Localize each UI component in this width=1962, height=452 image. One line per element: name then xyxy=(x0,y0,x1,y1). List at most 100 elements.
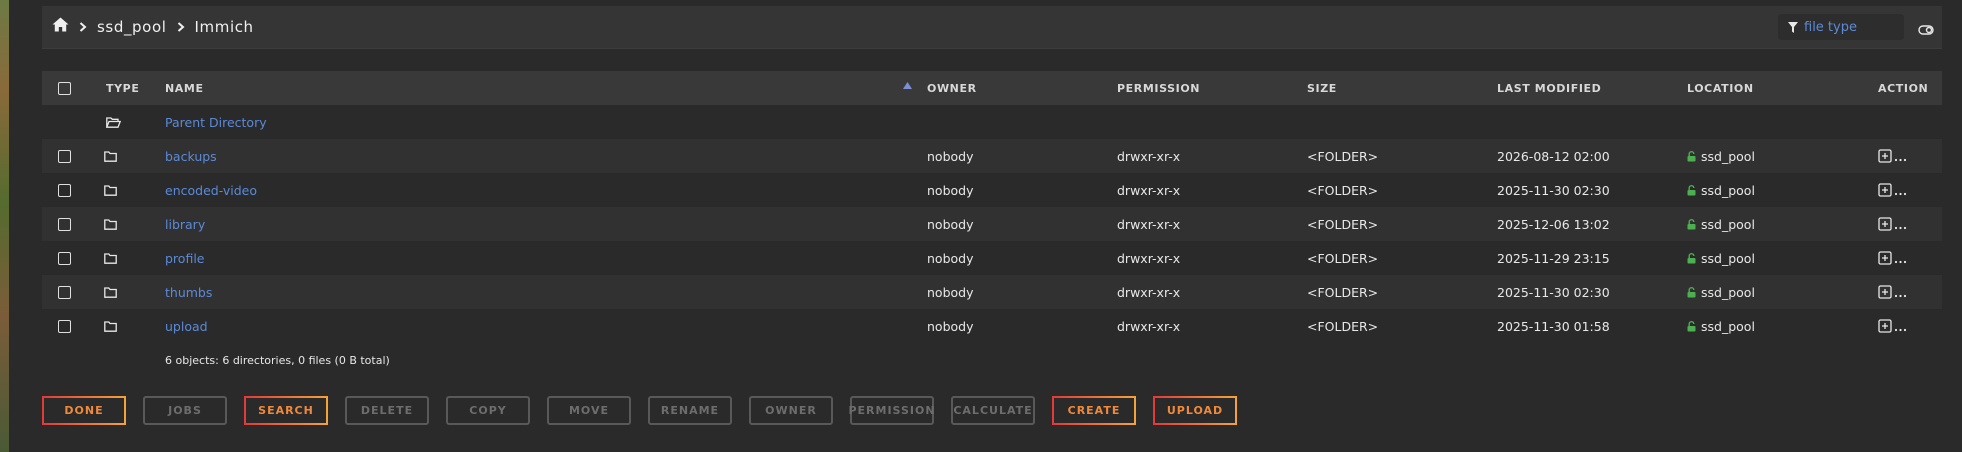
create-button[interactable]: CREATE xyxy=(1052,396,1136,425)
file-type-filter[interactable] xyxy=(1778,14,1904,40)
location-cell: ssd_pool xyxy=(1687,309,1755,343)
column-location[interactable]: LOCATION xyxy=(1687,71,1754,105)
column-action: ACTION xyxy=(1878,81,1929,95)
permission-cell: drwxr-xr-x xyxy=(1117,250,1181,266)
row-checkbox[interactable] xyxy=(58,285,71,299)
move-button[interactable]: MOVE xyxy=(547,396,631,425)
location-label: ssd_pool xyxy=(1701,148,1755,164)
location-cell: ssd_pool xyxy=(1687,275,1755,309)
modified-cell: 2025-11-29 23:15 xyxy=(1497,250,1610,266)
folder-icon xyxy=(104,207,117,241)
permission-button[interactable]: PERMISSION xyxy=(848,396,935,425)
action-menu-icon[interactable] xyxy=(1878,207,1908,241)
jobs-button[interactable]: JOBS xyxy=(143,396,227,425)
rename-button[interactable]: RENAME xyxy=(648,396,732,425)
table-row[interactable]: library nobody drwxr-xr-x <FOLDER> 2025-12-0… xyxy=(42,207,1942,241)
sort-up-icon[interactable] xyxy=(903,79,912,92)
folder-name-link[interactable]: upload xyxy=(165,309,208,343)
action-button-bar: DONE JOBS SEARCH DELETE COPY MOVE RENAME… xyxy=(42,396,1237,425)
select-all-checkbox[interactable] xyxy=(58,81,71,95)
unlock-icon xyxy=(1687,150,1696,161)
size-cell: <FOLDER> xyxy=(1307,216,1379,232)
breadcrumb: ssd_pool Immich xyxy=(52,17,254,36)
folder-name-link[interactable]: profile xyxy=(165,241,204,275)
size-cell: <FOLDER> xyxy=(1307,284,1379,300)
location-cell: ssd_pool xyxy=(1687,139,1755,173)
folder-open-icon xyxy=(106,105,121,139)
breadcrumb-item-immich[interactable]: Immich xyxy=(195,18,254,36)
modified-cell: 2025-11-30 01:58 xyxy=(1497,318,1610,334)
permission-cell: drwxr-xr-x xyxy=(1117,284,1181,300)
upload-button[interactable]: UPLOAD xyxy=(1153,396,1237,425)
permission-cell: drwxr-xr-x xyxy=(1117,148,1181,164)
breadcrumb-bar: ssd_pool Immich xyxy=(42,6,1942,49)
column-owner[interactable]: OWNER xyxy=(927,71,977,105)
owner-cell: nobody xyxy=(927,148,974,164)
permission-cell: drwxr-xr-x xyxy=(1117,318,1181,334)
table-row[interactable]: encoded-video nobody drwxr-xr-x <FOLDER> 202… xyxy=(42,173,1942,207)
folder-name-link[interactable]: backups xyxy=(165,139,217,173)
file-type-input[interactable] xyxy=(1804,19,1894,35)
location-label: ssd_pool xyxy=(1701,250,1755,266)
filter-icon xyxy=(1788,21,1798,33)
column-last-modified[interactable]: LAST MODIFIED xyxy=(1497,71,1601,105)
unlock-icon xyxy=(1687,184,1696,195)
column-type[interactable]: TYPE xyxy=(106,71,139,105)
folder-name-link[interactable]: encoded-video xyxy=(165,173,257,207)
action-menu-icon[interactable] xyxy=(1878,139,1908,173)
table-row[interactable]: upload nobody drwxr-xr-x <FOLDER> 2025-11-30… xyxy=(42,309,1942,343)
done-button[interactable]: DONE xyxy=(42,396,126,425)
folder-icon xyxy=(104,309,117,343)
location-label: ssd_pool xyxy=(1701,216,1755,232)
owner-cell: nobody xyxy=(927,216,974,232)
size-cell: <FOLDER> xyxy=(1307,250,1379,266)
home-icon[interactable] xyxy=(52,17,69,36)
copy-button[interactable]: COPY xyxy=(446,396,530,425)
column-permission[interactable]: PERMISSION xyxy=(1117,71,1200,105)
owner-button[interactable]: OWNER xyxy=(749,396,833,425)
action-menu-icon[interactable] xyxy=(1878,241,1908,275)
summary-text: 6 objects: 6 directories, 0 files (0 B t… xyxy=(165,354,390,367)
calculate-button[interactable]: CALCULATE xyxy=(951,396,1035,425)
action-menu-icon[interactable] xyxy=(1878,309,1908,343)
owner-cell: nobody xyxy=(927,318,974,334)
modified-cell: 2025-12-06 13:02 xyxy=(1497,216,1610,232)
chevron-right-icon xyxy=(177,21,185,32)
search-button[interactable]: SEARCH xyxy=(244,396,328,425)
location-label: ssd_pool xyxy=(1701,284,1755,300)
row-checkbox[interactable] xyxy=(58,319,71,333)
parent-directory-link[interactable]: Parent Directory xyxy=(165,105,267,139)
table-row[interactable]: profile nobody drwxr-xr-x <FOLDER> 2025-11-2… xyxy=(42,241,1942,275)
location-label: ssd_pool xyxy=(1701,182,1755,198)
action-menu-icon[interactable] xyxy=(1878,275,1908,309)
folder-icon xyxy=(104,139,117,173)
modified-cell: 2026-08-12 02:00 xyxy=(1497,148,1610,164)
file-table: TYPE NAME OWNER PERMISSION SIZE LAST MOD… xyxy=(42,71,1942,343)
column-name[interactable]: NAME xyxy=(165,71,204,105)
toggle-icon[interactable] xyxy=(1918,20,1934,39)
size-cell: <FOLDER> xyxy=(1307,182,1379,198)
folder-name-link[interactable]: library xyxy=(165,207,205,241)
permission-cell: drwxr-xr-x xyxy=(1117,182,1181,198)
delete-button[interactable]: DELETE xyxy=(345,396,429,425)
location-label: ssd_pool xyxy=(1701,318,1755,334)
folder-icon xyxy=(104,241,117,275)
modified-cell: 2025-11-30 02:30 xyxy=(1497,284,1610,300)
breadcrumb-item-ssd-pool[interactable]: ssd_pool xyxy=(97,18,167,36)
row-checkbox[interactable] xyxy=(58,183,71,197)
folder-icon xyxy=(104,275,117,309)
row-checkbox[interactable] xyxy=(58,217,71,231)
row-checkbox[interactable] xyxy=(58,149,71,163)
folder-name-link[interactable]: thumbs xyxy=(165,275,212,309)
column-size[interactable]: SIZE xyxy=(1307,71,1337,105)
location-cell: ssd_pool xyxy=(1687,207,1755,241)
unlock-icon xyxy=(1687,252,1696,263)
row-checkbox[interactable] xyxy=(58,251,71,265)
parent-directory-row[interactable]: Parent Directory xyxy=(42,105,1942,139)
unlock-icon xyxy=(1687,286,1696,297)
table-row[interactable]: thumbs nobody drwxr-xr-x <FOLDER> 2025-11-30… xyxy=(42,275,1942,309)
action-menu-icon[interactable] xyxy=(1878,173,1908,207)
chevron-right-icon xyxy=(79,21,87,32)
table-row[interactable]: backups nobody drwxr-xr-x <FOLDER> 2026-08-1… xyxy=(42,139,1942,173)
background-strip xyxy=(0,0,9,452)
